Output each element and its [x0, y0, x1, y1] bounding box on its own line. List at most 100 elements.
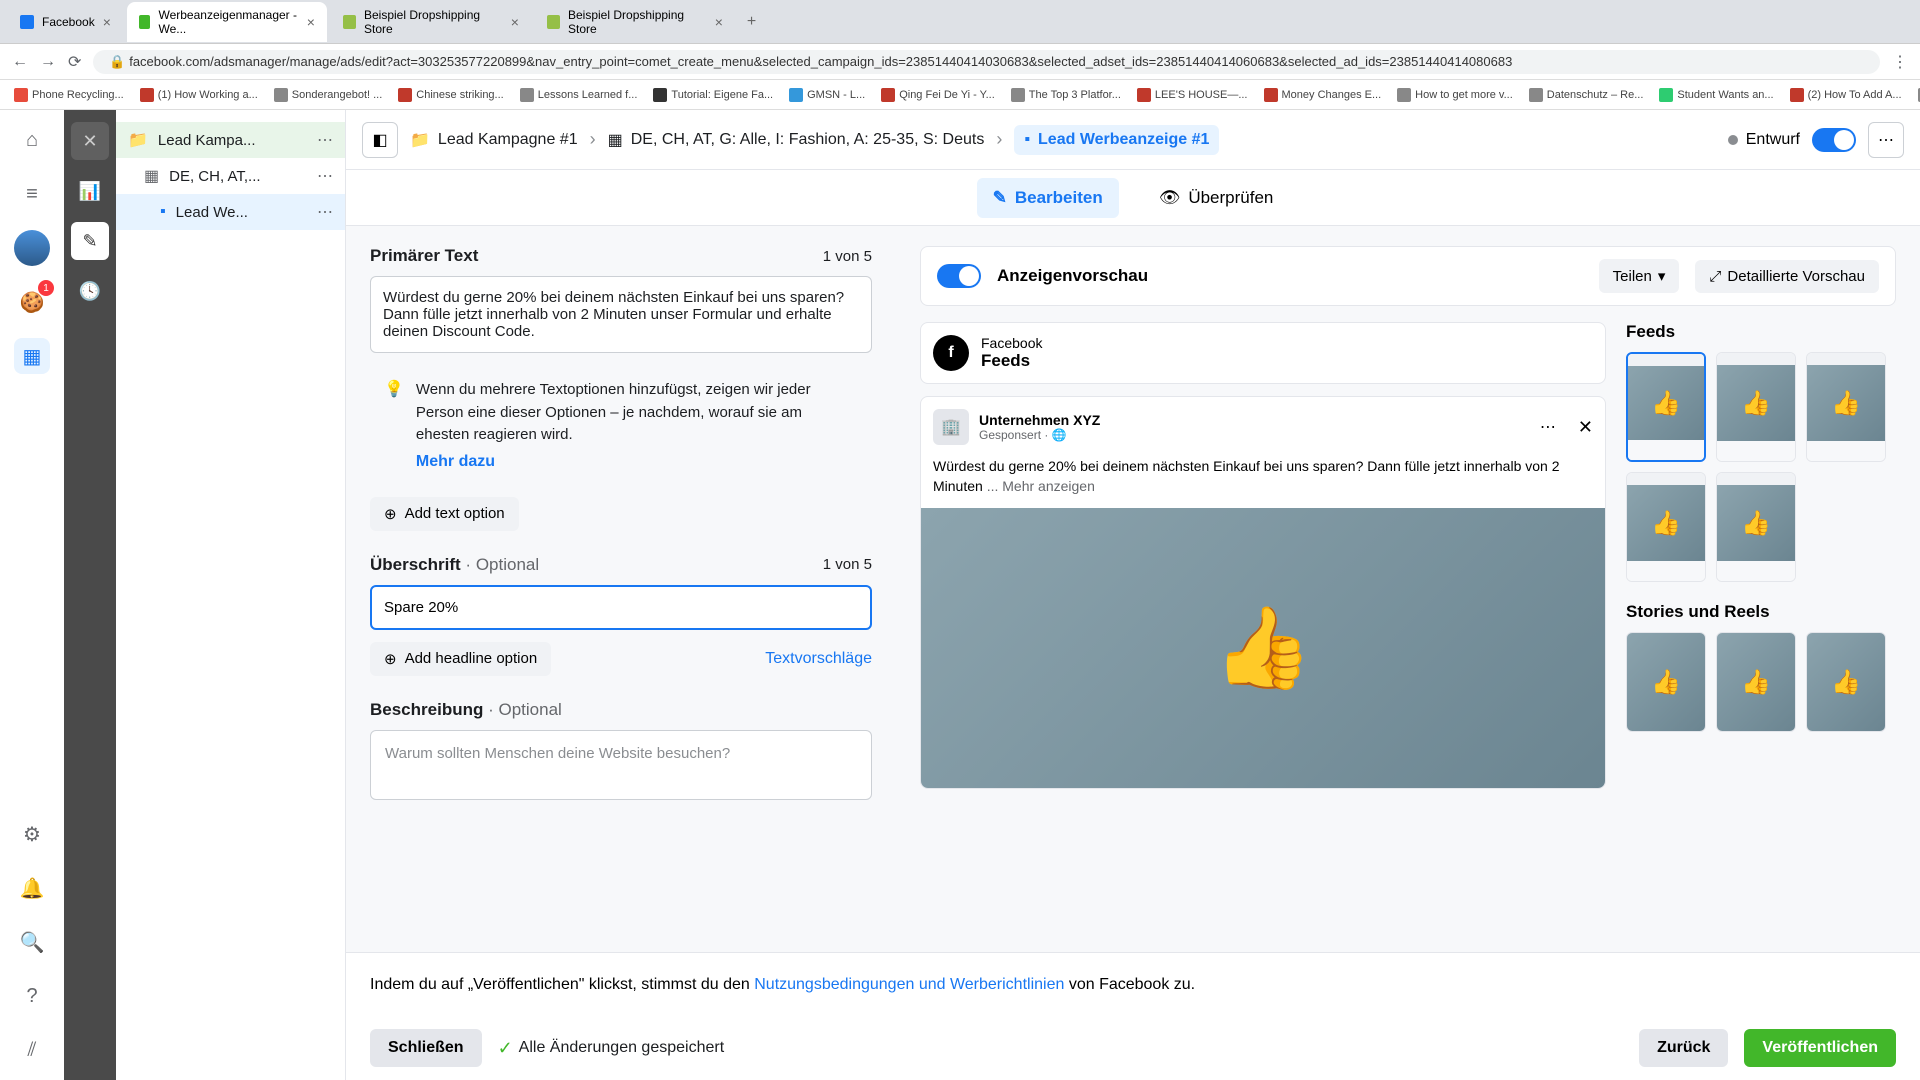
- browser-tab[interactable]: Facebook×: [8, 8, 123, 36]
- bookmark-item[interactable]: Lessons Learned f...: [514, 86, 644, 104]
- company-avatar: 🏢: [933, 409, 969, 445]
- bookmark-item[interactable]: (1) How Working a...: [134, 86, 264, 104]
- description-input[interactable]: Warum sollten Menschen deine Website bes…: [370, 730, 872, 800]
- bookmark-item[interactable]: Sonderangebot! ...: [268, 86, 389, 104]
- bookmark-item[interactable]: How to get more v...: [1391, 86, 1519, 104]
- learn-more-link[interactable]: Mehr dazu: [416, 453, 858, 471]
- close-icon[interactable]: ×: [511, 14, 519, 30]
- more-icon[interactable]: ⋯: [317, 130, 333, 150]
- tree-campaign[interactable]: 📁 Lead Kampa... ⋯: [116, 122, 345, 158]
- bookmark-item[interactable]: The Top 3 Platfor...: [1005, 86, 1127, 104]
- share-button[interactable]: Teilen▾: [1599, 259, 1680, 293]
- bookmark-item[interactable]: LEE'S HOUSE—...: [1131, 86, 1254, 104]
- avatar[interactable]: [14, 230, 50, 266]
- search-icon[interactable]: 🔍: [14, 924, 50, 960]
- notification-badge: 1: [38, 280, 54, 296]
- placement-thumbnail[interactable]: 👍: [1716, 352, 1796, 462]
- campaign-tree: 📁 Lead Kampa... ⋯ ▦ DE, CH, AT,... ⋯ ▪ L…: [116, 110, 346, 1080]
- bookmark-item[interactable]: Download - Cooki...: [1912, 86, 1920, 104]
- more-button[interactable]: ⋯: [1868, 122, 1904, 158]
- browser-tab[interactable]: Beispiel Dropshipping Store×: [331, 2, 531, 42]
- bookmark-item[interactable]: GMSN - L...: [783, 86, 871, 104]
- back-button[interactable]: Zurück: [1639, 1029, 1728, 1067]
- publish-button[interactable]: Veröffentlichen: [1744, 1029, 1896, 1067]
- surface-label: f FacebookFeeds: [920, 322, 1606, 384]
- account-icon[interactable]: 🍪1: [14, 284, 50, 320]
- bell-icon[interactable]: 🔔: [14, 870, 50, 906]
- placement-thumbnail[interactable]: 👍: [1716, 472, 1796, 582]
- history-icon[interactable]: 🕓: [71, 272, 109, 310]
- browser-tab-active[interactable]: Werbeanzeigenmanager - We...×: [127, 2, 327, 42]
- form-panel: Primärer Text 1 von 5 Würdest du gerne 2…: [346, 226, 896, 952]
- bookmark-item[interactable]: Money Changes E...: [1258, 86, 1388, 104]
- grid-icon: ▦: [144, 166, 159, 186]
- bookmark-item[interactable]: Tutorial: Eigene Fa...: [647, 86, 779, 104]
- tab-review[interactable]: 👁Überprüfen: [1143, 178, 1290, 218]
- close-button[interactable]: Schließen: [370, 1029, 482, 1067]
- placement-thumbnail[interactable]: 👍: [1626, 472, 1706, 582]
- placement-thumbnail[interactable]: 👍: [1626, 632, 1706, 732]
- more-icon[interactable]: ⋯: [317, 166, 333, 186]
- text-suggestions-link[interactable]: Textvorschläge: [765, 650, 872, 668]
- ad-icon: ▪: [1024, 131, 1030, 149]
- headline-input[interactable]: [370, 585, 872, 630]
- edit-icon[interactable]: ✎: [71, 222, 109, 260]
- close-icon[interactable]: ×: [307, 14, 315, 30]
- chart-icon[interactable]: 📊: [71, 172, 109, 210]
- terms-link[interactable]: Nutzungsbedingungen und Werberichtlinien: [754, 976, 1064, 993]
- tree-ad[interactable]: ▪ Lead We... ⋯: [116, 194, 345, 230]
- grid-icon: ▦: [608, 130, 623, 150]
- ads-manager-icon[interactable]: ▦: [14, 338, 50, 374]
- placement-thumbnail[interactable]: 👍: [1806, 352, 1886, 462]
- forward-icon[interactable]: →: [40, 53, 56, 71]
- ad-preview-card: 🏢 Unternehmen XYZGesponsert · 🌐 ⋯ ✕ Würd…: [920, 396, 1606, 789]
- placement-thumbnail[interactable]: 👍: [1806, 632, 1886, 732]
- expand-icon[interactable]: ⫽: [14, 1032, 50, 1068]
- tree-adset[interactable]: ▦ DE, CH, AT,... ⋯: [116, 158, 345, 194]
- more-icon[interactable]: ⋯: [1540, 417, 1556, 437]
- facebook-nav-rail: ⌂ ≡ 🍪1 ▦ ⚙ 🔔 🔍 ? ⫽: [0, 110, 64, 1080]
- add-headline-option-button[interactable]: ⊕Add headline option: [370, 642, 551, 676]
- breadcrumb-ad[interactable]: ▪Lead Werbeanzeige #1: [1014, 125, 1219, 155]
- bookmark-item[interactable]: Qing Fei De Yi - Y...: [875, 86, 1001, 104]
- gear-icon[interactable]: ⚙: [14, 816, 50, 852]
- breadcrumb-campaign[interactable]: 📁Lead Kampagne #1: [410, 130, 578, 150]
- add-text-option-button[interactable]: ⊕Add text option: [370, 497, 519, 531]
- chevron-right-icon: ›: [996, 129, 1002, 150]
- editor-rail: ✕ 📊 ✎ 🕓: [64, 110, 116, 1080]
- show-more-link[interactable]: ... Mehr anzeigen: [987, 478, 1095, 494]
- bookmark-item[interactable]: Chinese striking...: [392, 86, 509, 104]
- close-icon[interactable]: ×: [103, 14, 111, 30]
- status-toggle[interactable]: [1812, 128, 1856, 152]
- close-editor-button[interactable]: ✕: [71, 122, 109, 160]
- bookmark-item[interactable]: (2) How To Add A...: [1784, 86, 1908, 104]
- help-icon[interactable]: ?: [14, 978, 50, 1014]
- browser-tab[interactable]: Beispiel Dropshipping Store×: [535, 2, 735, 42]
- bookmark-item[interactable]: Datenschutz – Re...: [1523, 86, 1650, 104]
- new-tab-button[interactable]: +: [739, 13, 764, 31]
- placement-thumbnail[interactable]: 👍: [1626, 352, 1706, 462]
- headline-label: Überschrift · Optional: [370, 555, 539, 575]
- bookmark-item[interactable]: Student Wants an...: [1653, 86, 1779, 104]
- folder-icon: 📁: [128, 130, 148, 150]
- menu-icon[interactable]: ≡: [14, 176, 50, 212]
- preview-toggle[interactable]: [937, 264, 981, 288]
- close-icon[interactable]: ✕: [1578, 417, 1593, 438]
- url-field[interactable]: 🔒 facebook.com/adsmanager/manage/ads/edi…: [93, 50, 1880, 74]
- stories-section-title: Stories und Reels: [1626, 602, 1896, 622]
- close-icon[interactable]: ×: [715, 14, 723, 30]
- tab-edit[interactable]: ✎Bearbeiten: [977, 178, 1119, 218]
- bookmark-item[interactable]: Phone Recycling...: [8, 86, 130, 104]
- reload-icon[interactable]: ⟳: [68, 52, 81, 72]
- breadcrumb-bar: ◧ 📁Lead Kampagne #1 › ▦DE, CH, AT, G: Al…: [346, 110, 1920, 170]
- home-icon[interactable]: ⌂: [14, 122, 50, 158]
- detailed-preview-button[interactable]: ⤢Detaillierte Vorschau: [1695, 260, 1879, 293]
- back-icon[interactable]: ←: [12, 53, 28, 71]
- extensions-icon[interactable]: ⋮: [1892, 52, 1908, 72]
- url-bar: ← → ⟳ 🔒 facebook.com/adsmanager/manage/a…: [0, 44, 1920, 80]
- primary-text-input[interactable]: Würdest du gerne 20% bei deinem nächsten…: [370, 276, 872, 353]
- placement-thumbnail[interactable]: 👍: [1716, 632, 1796, 732]
- breadcrumb-adset[interactable]: ▦DE, CH, AT, G: Alle, I: Fashion, A: 25-…: [608, 130, 985, 150]
- panel-toggle-button[interactable]: ◧: [362, 122, 398, 158]
- more-icon[interactable]: ⋯: [317, 202, 333, 222]
